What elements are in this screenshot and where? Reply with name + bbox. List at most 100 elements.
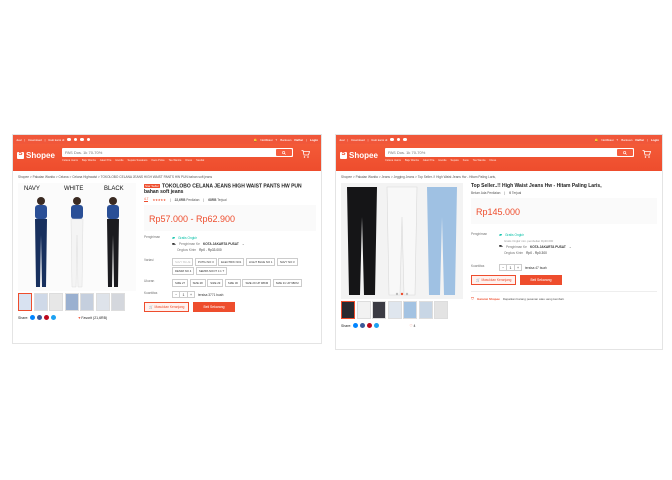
variant-option[interactable]: PUTIH NO 3 [194, 257, 217, 266]
quantity-input[interactable]: 1 [506, 265, 515, 270]
hint-link[interactable]: Kaos Polos [151, 159, 164, 162]
twitter-icon[interactable] [51, 315, 57, 320]
ratings-count[interactable]: 22,6RB [175, 198, 186, 202]
twitter-icon[interactable] [80, 137, 84, 142]
instagram-icon[interactable] [73, 137, 78, 142]
hint-link[interactable]: Dress [185, 159, 192, 162]
thumbnail[interactable] [33, 293, 48, 311]
variant-option[interactable]: LIGHT BLUE NO 1 [245, 257, 276, 266]
hint-link[interactable]: Hoodie [438, 159, 446, 162]
size-option[interactable]: SIZE 27 [172, 279, 189, 288]
size-option[interactable]: SIZE 31 UP 98KM [272, 279, 302, 288]
thumbnail[interactable] [418, 301, 433, 319]
hint-link[interactable]: Jaket Pria [423, 159, 435, 162]
size-option[interactable]: SIZE 29 [207, 279, 224, 288]
hint-link[interactable]: Tas Wanita [473, 159, 486, 162]
search-button[interactable] [617, 149, 633, 156]
add-to-cart-button[interactable]: 🛒 Masukkan Keranjang [144, 302, 190, 313]
messenger-icon[interactable] [353, 323, 359, 328]
pinterest-icon[interactable] [44, 315, 50, 320]
thumbnail[interactable] [18, 293, 32, 311]
add-to-cart-button[interactable]: 🛒 Masukkan Keranjang [471, 275, 517, 285]
thumbnail[interactable] [341, 301, 355, 319]
hint-link[interactable]: Sandal [196, 159, 204, 162]
hint-link[interactable]: Celana Jeans [385, 159, 401, 162]
facebook-icon[interactable] [67, 137, 71, 142]
cart-button[interactable] [293, 150, 317, 160]
hint-link[interactable]: Baju Wanita [82, 159, 96, 162]
facebook-icon[interactable] [37, 315, 43, 320]
hint-link[interactable]: Hoodie [115, 159, 123, 162]
notification-link[interactable]: Notifikasi [601, 138, 613, 142]
search-input[interactable] [62, 148, 276, 157]
hint-link[interactable]: Jaket Pria [100, 159, 112, 162]
ship-to-dropdown[interactable]: KOTA JAKARTA PUSAT [530, 245, 566, 249]
thumbnail[interactable] [372, 301, 386, 319]
thumbnail[interactable] [111, 293, 125, 311]
increment-button[interactable]: + [188, 292, 194, 297]
hint-link[interactable]: Baju Wanita [405, 159, 419, 162]
quantity-input[interactable]: 1 [179, 292, 188, 298]
truck-icon: ⛟ [499, 244, 504, 248]
twitter-icon[interactable] [374, 323, 380, 328]
thumbnail[interactable] [403, 301, 417, 319]
size-option[interactable]: SIZE 30 [224, 279, 241, 288]
login-link[interactable]: Login [651, 138, 659, 142]
thumbnail[interactable] [95, 293, 110, 311]
buy-now-button[interactable]: Beli Sekarang [520, 275, 562, 285]
favorite-button[interactable]: ♡ 4 [409, 324, 415, 328]
shopee-logo[interactable]: Shopee [340, 151, 385, 160]
notification-link[interactable]: Notifikasi [260, 138, 272, 142]
main-product-image[interactable] [341, 183, 463, 299]
shopee-logo[interactable]: Shopee [17, 151, 62, 160]
thumbnail[interactable] [387, 301, 402, 319]
main-product-image[interactable]: NAVY WHITE BLACK [18, 183, 136, 291]
cart-button[interactable] [634, 150, 658, 160]
variant-option[interactable]: SEMPA NOOT 4 1 T [195, 267, 228, 276]
search-input[interactable] [385, 148, 617, 157]
favorite-button[interactable]: ♥ Favorit (21,6RB) [78, 316, 107, 320]
download-link[interactable]: Download [351, 138, 364, 142]
register-link[interactable]: Daftar [294, 138, 303, 142]
rating-value[interactable]: 4.7 [144, 197, 149, 203]
ship-to-dropdown[interactable]: KOTA JAKARTA PUSAT [203, 242, 239, 246]
thumbnail[interactable] [434, 301, 448, 319]
variant-option[interactable]: NAVY BLUE [172, 257, 194, 266]
variant-option[interactable]: NAVY NO 3 [276, 257, 298, 266]
variant-option[interactable]: DENIM NO 4 [172, 267, 195, 276]
hint-link[interactable]: Celana Jeans [62, 159, 78, 162]
help-link[interactable]: Bantuan [621, 138, 632, 142]
facebook-icon[interactable] [390, 137, 394, 142]
hint-link[interactable]: Dress [489, 159, 496, 162]
login-link[interactable]: Login [310, 138, 318, 142]
download-link[interactable]: Download [28, 138, 41, 142]
facebook-icon[interactable] [360, 323, 366, 328]
thumbnail[interactable] [64, 293, 79, 311]
hint-link[interactable]: Tas Wanita [169, 159, 182, 162]
help-link[interactable]: Bantuan [280, 138, 291, 142]
shipping-cost[interactable]: Rp0 - Rp33.000 [199, 248, 222, 252]
thumbnail[interactable] [49, 293, 63, 311]
hint-link[interactable]: Sepatu Sneakers [128, 159, 148, 162]
search-button[interactable] [276, 149, 292, 156]
truck-icon: ⛟ [172, 241, 177, 246]
variant-option[interactable]: ELECTRIK NO1 [218, 257, 245, 266]
sell-link[interactable]: Jual [16, 138, 22, 142]
instagram-icon[interactable] [396, 137, 401, 142]
increment-button[interactable]: + [515, 265, 521, 270]
shipping-cost[interactable]: Rp0 - Rp0.300 [526, 251, 547, 255]
size-option[interactable]: SIZE 28 [189, 279, 206, 288]
thumbnail[interactable] [80, 293, 94, 311]
twitter-icon[interactable] [403, 137, 407, 142]
search-icon [282, 150, 286, 155]
buy-now-button[interactable]: Beli Sekarang [193, 302, 235, 313]
sell-link[interactable]: Jual [339, 138, 345, 142]
thumbnail[interactable] [356, 301, 371, 319]
line-icon[interactable] [86, 137, 91, 142]
messenger-icon[interactable] [30, 315, 36, 320]
hint-link[interactable]: Sepatu [451, 159, 459, 162]
pinterest-icon[interactable] [367, 323, 373, 328]
register-link[interactable]: Daftar [635, 138, 644, 142]
hint-link[interactable]: Kaos [463, 159, 469, 162]
size-option[interactable]: SIZE 29 UP 98KM [242, 279, 272, 288]
